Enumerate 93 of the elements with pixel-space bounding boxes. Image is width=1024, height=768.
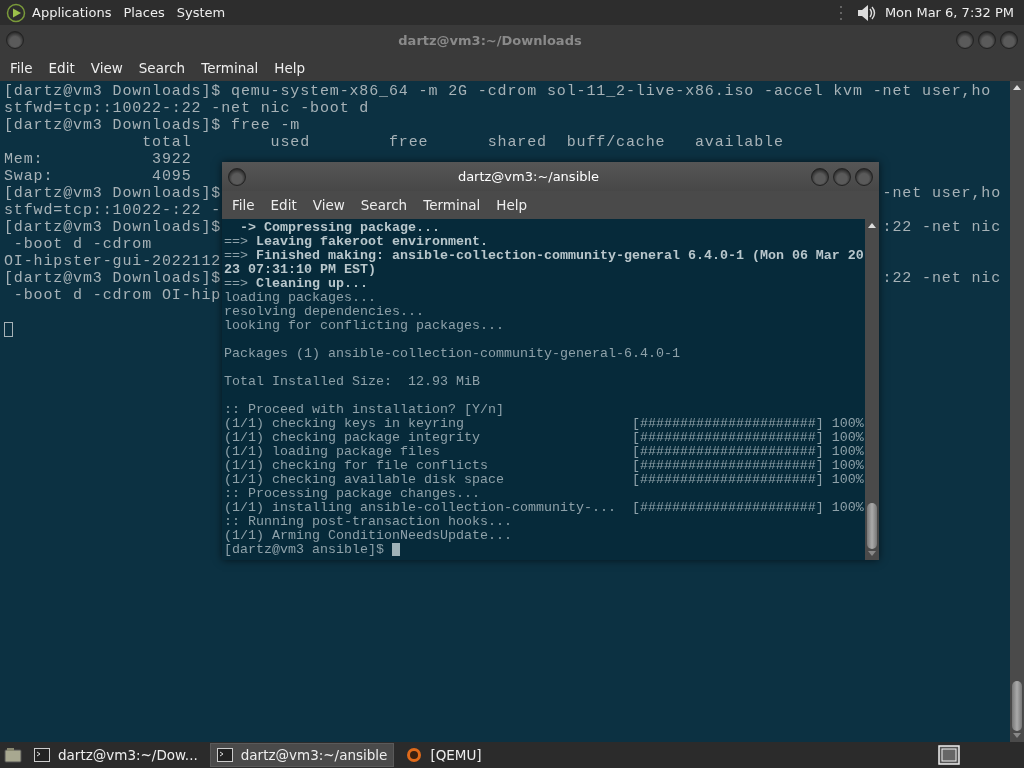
terminal-line: (1/1) checking for file conflicts [224,459,489,473]
taskbar-button[interactable]: [QEMU] [400,744,488,766]
terminal-line: :: Running post-transaction hooks... [224,515,512,529]
menu-item[interactable]: Edit [262,197,305,213]
progress-text: [######################] [631,459,824,473]
arrow-down-icon[interactable] [1013,733,1021,739]
terminal-line: ==> Finished making: ansible-collection-community-general 6.4.0-1 (Mon 06 Mar 20 [224,249,864,263]
percent-text: 100% [831,501,864,515]
terminal-line: -net user,ho [882,185,1001,202]
terminal-line: ==> Cleaning up... [224,277,368,291]
terminal-line: :: Processing package changes... [224,487,480,501]
scrollbar[interactable] [1010,81,1024,742]
window-title: dartz@vm3:~/Downloads [397,32,583,48]
panel-menu[interactable]: Places [123,5,165,20]
scrollbar[interactable] [865,219,879,560]
percent-text: 100% [831,473,864,487]
terminal-line: [dartz@vm3 Downloads]$ [4,185,222,202]
play-icon[interactable] [6,2,26,23]
terminal-line: -> Compressing package... [239,221,440,235]
arrow-down-icon[interactable] [868,551,876,557]
prompt-text: [dartz@vm3 ansible]$ [224,543,384,557]
scrollbar-thumb[interactable] [1012,681,1022,731]
menu-item[interactable]: File [224,197,263,213]
terminal-line: loading packages... [224,291,376,305]
cursor [391,543,400,556]
panel-menu[interactable]: System [176,5,226,20]
percent-text: 100% [831,459,864,473]
terminal-line: (1/1) loading package files [224,445,441,459]
menu-item[interactable]: View [304,197,353,213]
terminal-line: Swap: 4095 [4,168,192,185]
menu-item[interactable]: File [2,60,41,76]
terminal-line: -boot d -cdrom [12,236,153,253]
menu-item[interactable]: Help [266,60,314,76]
terminal-line: :: Proceed with installation? [Y/n] [224,403,504,417]
arrow-up-icon[interactable] [1013,84,1021,90]
terminal-line: [dartz@vm3 Downloads]$ [4,270,222,287]
menu-item[interactable]: Help [488,197,536,213]
clock[interactable]: Mon Mar 6, 7:32 PM [884,5,1014,20]
terminal-line: :22 -net nic [882,270,1001,287]
menu-item[interactable]: Search [130,60,194,76]
terminal-line: Total Installed Size: 12.93 MiB [224,375,480,389]
circle-button[interactable] [811,167,829,186]
window-title: dartz@vm3:~/ansible [456,169,601,184]
terminal-line: (1/1) Arming ConditionNeedsUpdate... [224,529,512,543]
terminal-area[interactable] [222,219,865,560]
percent-text: 100% [831,445,864,459]
taskbar-button[interactable]: dartz@vm3:~/ansible [209,743,395,767]
terminal-line: ==> Leaving fakeroot environment. [224,235,488,249]
terminal-line: stfwd=tcp::10022-:22 -net nic -boot d [4,100,370,117]
circle-button[interactable] [6,31,24,49]
percent-text: 100% [831,417,864,431]
scrollbar-thumb[interactable] [867,503,877,549]
panel-menu[interactable]: Applications [32,5,112,20]
circle-button[interactable] [855,167,873,186]
terminal-line: [dartz@vm3 Downloads]$ [4,219,222,236]
circle-button[interactable] [833,167,851,186]
terminal-line: Mem: 3922 [4,151,192,168]
terminal-line: looking for conflicting packages... [224,319,504,333]
menu-item[interactable]: Terminal [415,197,489,213]
terminal-line: (1/1) installing ansible-collection-community-... [224,501,617,515]
terminal-icon [34,748,50,762]
progress-text: [######################] [631,417,824,431]
progress-text: [######################] [631,445,824,459]
circle-button[interactable] [956,31,974,49]
percent-text: 100% [831,431,864,445]
terminal-line: (1/1) checking package integrity [224,431,481,445]
terminal-line: [dartz@vm3 Downloads]$ qemu-system-x86_64 -m 2G -cdrom sol-11_2-live-x86.iso -accel kvm -net user,ho [4,83,992,100]
progress-text: [######################] [631,431,824,445]
menu-item[interactable]: Search [352,197,416,213]
menu-item[interactable]: Edit [40,60,83,76]
circle-button[interactable] [228,167,246,186]
terminal-line: -boot d -cdrom OI-hip [12,287,222,304]
terminal-line: total used free shared buff/cache available [141,134,784,151]
menu-item[interactable]: Terminal [193,60,267,76]
terminal-line: [dartz@vm3 Downloads]$ free -m [4,117,301,134]
terminal-line: Packages (1) ansible-collection-community-general-6.4.0-1 [224,347,680,361]
taskbar-button[interactable]: dartz@vm3:~/Dow... [28,744,204,766]
terminal-line: :22 -net nic [882,219,1001,236]
terminal-line: resolving dependencies... [224,305,424,319]
arrow-up-icon[interactable] [868,222,876,228]
terminal-icon [216,748,233,762]
progress-text: [######################] [631,473,824,487]
qemu-icon [406,747,423,763]
terminal-line: (1/1) checking available disk space [224,473,505,487]
progress-text: [######################] [631,501,824,515]
terminal-line: 23 07:31:10 PM EST) [224,263,376,277]
circle-button[interactable] [978,31,996,49]
menu-item[interactable]: View [82,60,131,76]
terminal-line: stfwd=tcp::10022-:22 - [4,202,222,219]
terminal-line: (1/1) checking keys in keyring [224,417,465,431]
workspace-icon[interactable] [938,745,960,765]
circle-button[interactable] [1000,31,1018,49]
terminal-line: OI-hipster-gui-2022112 [4,253,222,270]
